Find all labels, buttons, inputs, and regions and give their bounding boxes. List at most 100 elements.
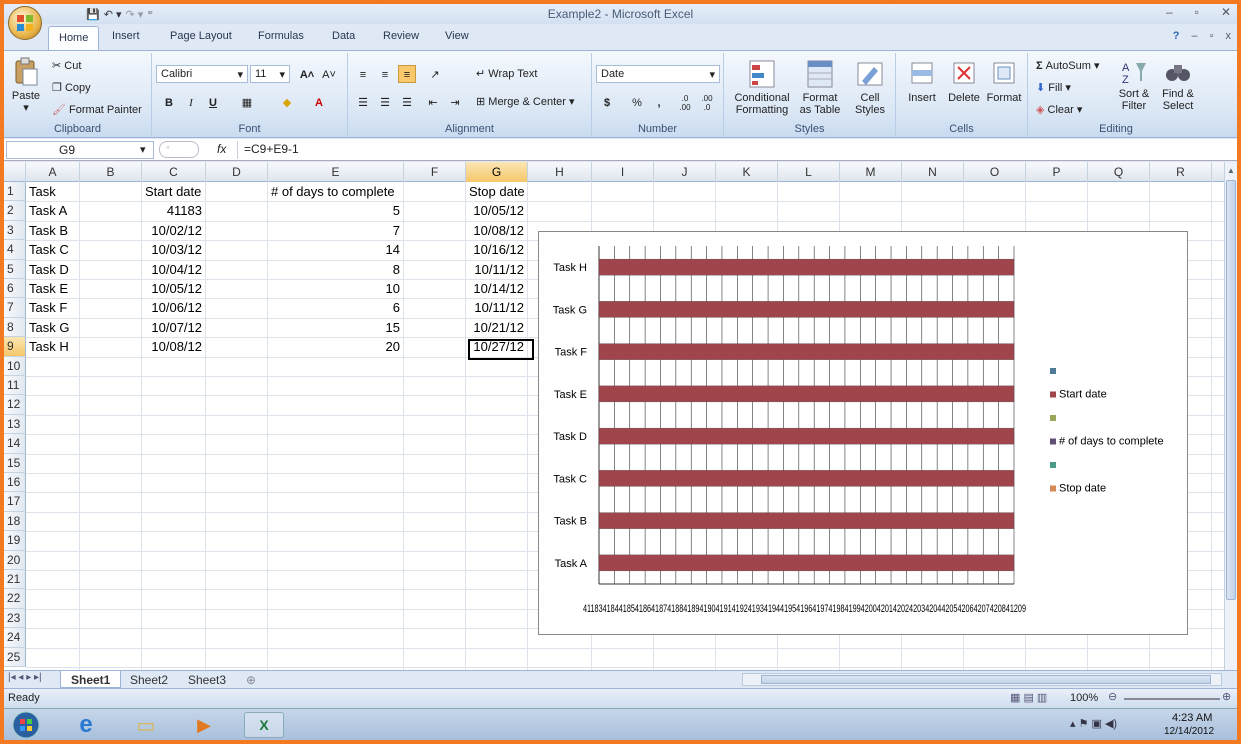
row-header-18[interactable]: 18	[4, 511, 26, 532]
header-stop-date[interactable]: Stop date	[469, 182, 525, 201]
row-header-7[interactable]: 7	[4, 298, 26, 318]
fill-color-icon[interactable]: ◆	[278, 93, 296, 111]
file-explorer-icon[interactable]: ▭	[126, 712, 166, 738]
align-top-icon[interactable]: ≡	[354, 65, 372, 83]
column-header-h[interactable]: H	[528, 162, 592, 182]
gantt-chart[interactable]: Task A Task B Task C Task D Task E Task F Task…	[538, 231, 1188, 635]
row-header-20[interactable]: 20	[4, 550, 26, 570]
zoom-in-icon[interactable]: ⊕	[1222, 690, 1231, 703]
cell-days[interactable]: 7	[271, 221, 400, 240]
grow-font-button[interactable]: A˄	[298, 65, 316, 83]
selected-cell-g9[interactable]	[468, 339, 534, 360]
media-player-icon[interactable]: ▶	[184, 712, 224, 738]
cell-task[interactable]: Task G	[29, 318, 76, 337]
cell-task[interactable]: Task E	[29, 279, 76, 298]
cell-days[interactable]: 10	[271, 279, 400, 298]
cell-start-date[interactable]: 10/07/12	[145, 318, 202, 337]
align-bottom-icon[interactable]: ≡	[398, 65, 416, 83]
row-header-12[interactable]: 12	[4, 395, 26, 415]
row-header-10[interactable]: 10	[4, 356, 26, 376]
zoom-out-icon[interactable]: ⊖	[1108, 690, 1117, 703]
find-select-button[interactable]: Find & Select	[1156, 59, 1200, 112]
zoom-level[interactable]: 100%	[1070, 692, 1098, 704]
column-header-q[interactable]: Q	[1088, 162, 1150, 182]
paste-button[interactable]: Paste ▾	[8, 57, 44, 114]
formula-input[interactable]: =C9+E9-1	[237, 141, 1229, 159]
column-header-k[interactable]: K	[716, 162, 778, 182]
cell-start-date[interactable]: 10/04/12	[145, 260, 202, 279]
cell-stop-date[interactable]: 10/11/12	[469, 298, 524, 317]
cell-start-date[interactable]: 10/08/12	[145, 337, 202, 356]
font-color-icon[interactable]: A	[310, 93, 328, 111]
row-header-16[interactable]: 16	[4, 473, 26, 493]
currency-button[interactable]: $	[598, 93, 616, 111]
sheet-tab-1[interactable]: Sheet1	[60, 671, 122, 688]
row-header-19[interactable]: 19	[4, 531, 26, 551]
sort-filter-button[interactable]: AZ Sort & Filter	[1112, 59, 1156, 112]
column-header-l[interactable]: L	[778, 162, 840, 182]
cell-styles-button[interactable]: Cell Styles	[848, 59, 892, 116]
restore-button[interactable]: ▫	[1195, 5, 1199, 19]
row-header-2[interactable]: 2	[4, 201, 26, 221]
horizontal-scrollbar[interactable]	[742, 673, 1222, 686]
cell-task[interactable]: Task C	[29, 240, 76, 259]
column-header-m[interactable]: M	[840, 162, 902, 182]
insert-function-button[interactable]: fx	[217, 142, 226, 156]
row-header-24[interactable]: 24	[4, 628, 26, 648]
office-button[interactable]	[8, 6, 42, 40]
insert-sheet-icon[interactable]: ⊕	[236, 671, 266, 688]
sheet-nav-icons[interactable]: |◂ ◂ ▸ ▸|	[8, 672, 42, 683]
insert-cells-button[interactable]: Insert	[902, 59, 942, 104]
wrap-text-button[interactable]: ↵ Wrap Text	[476, 67, 537, 80]
bold-button[interactable]: B	[160, 93, 178, 111]
start-button[interactable]	[8, 711, 44, 739]
font-name-combo[interactable]: Calibri ▾	[156, 65, 248, 83]
cell-start-date[interactable]: 10/06/12	[145, 298, 202, 317]
orientation-icon[interactable]: ↗	[426, 65, 444, 83]
row-header-5[interactable]: 5	[4, 259, 26, 279]
row-header-8[interactable]: 8	[4, 317, 26, 338]
close-button[interactable]: ✕	[1221, 5, 1231, 19]
select-all-corner[interactable]	[4, 162, 26, 182]
align-right-icon[interactable]: ☰	[398, 93, 416, 111]
increase-indent-icon[interactable]: ⇥	[446, 93, 464, 111]
delete-cells-button[interactable]: Delete	[944, 59, 984, 104]
tray-icons[interactable]: ▴ ⚑ ▣ ◀)	[1070, 717, 1117, 730]
format-cells-button[interactable]: Format	[984, 59, 1024, 104]
horizontal-scroll-thumb[interactable]	[761, 675, 1211, 684]
align-center-icon[interactable]: ☰	[376, 93, 394, 111]
italic-button[interactable]: I	[182, 93, 200, 111]
view-buttons[interactable]: ▦ ▤ ▥	[1010, 691, 1047, 704]
cell-days[interactable]: 14	[271, 240, 400, 259]
copy-button[interactable]: ❐ Copy	[52, 81, 91, 94]
column-header-r[interactable]: R	[1150, 162, 1212, 182]
excel-taskbar-icon[interactable]: X	[244, 712, 284, 738]
column-header-g[interactable]: G	[466, 162, 528, 182]
tab-view[interactable]: View	[445, 30, 469, 42]
tab-home[interactable]: Home	[48, 26, 100, 50]
tab-insert[interactable]: Insert	[112, 30, 140, 42]
percent-button[interactable]: %	[628, 93, 646, 111]
align-middle-icon[interactable]: ≡	[376, 65, 394, 83]
decrease-indent-icon[interactable]: ⇤	[424, 93, 442, 111]
cell-stop-date[interactable]: 10/14/12	[469, 279, 524, 298]
cell-task[interactable]: Task D	[29, 260, 76, 279]
cell-task[interactable]: Task B	[29, 221, 76, 240]
format-painter-button[interactable]: 🖌 Format Painter	[52, 103, 142, 116]
header-days[interactable]: # of days to complete	[271, 182, 400, 201]
column-header-a[interactable]: A	[26, 162, 80, 182]
sheet-tab-2[interactable]: Sheet2	[120, 671, 178, 688]
comma-button[interactable]: ,	[650, 93, 668, 111]
column-header-p[interactable]: P	[1026, 162, 1088, 182]
ribbon-minimize-button[interactable]: –	[1191, 30, 1197, 42]
row-header-11[interactable]: 11	[4, 376, 26, 396]
header-start-date[interactable]: Start date	[145, 182, 202, 201]
fill-button[interactable]: ⬇ Fill ▾	[1036, 81, 1071, 94]
cell-stop-date[interactable]: 10/08/12	[469, 221, 524, 240]
align-left-icon[interactable]: ☰	[354, 93, 372, 111]
underline-button[interactable]: U	[204, 93, 222, 111]
font-size-combo[interactable]: 11 ▾	[250, 65, 290, 83]
column-header-b[interactable]: B	[80, 162, 142, 182]
cell-start-date[interactable]: 41183	[145, 201, 202, 220]
row-header-14[interactable]: 14	[4, 434, 26, 454]
